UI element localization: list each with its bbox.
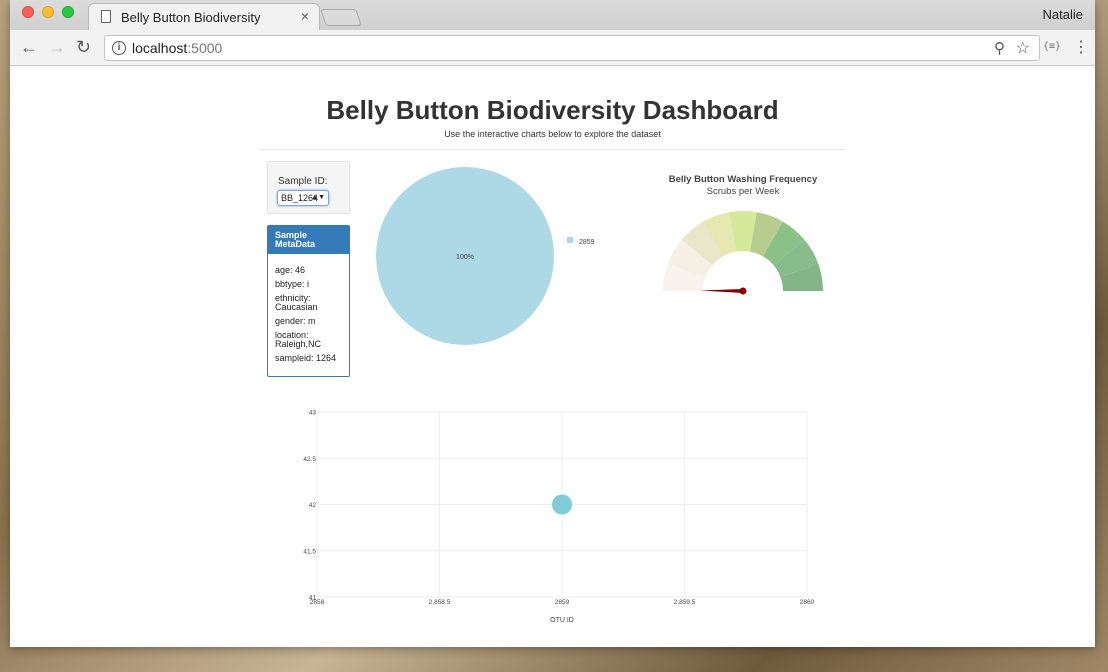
bubble-point: [552, 494, 572, 515]
url-text: localhost:5000: [132, 40, 222, 56]
y-tick-label: 43: [309, 410, 317, 417]
y-tick-label: 42.5: [303, 456, 316, 463]
x-tick-label: 2,859.5: [674, 599, 696, 606]
pie-slice-label: 100%: [456, 254, 474, 261]
y-tick-label: 41.5: [303, 548, 316, 555]
extension-icon[interactable]: {≡}: [1043, 41, 1061, 52]
metadata-row: location: Raleigh,NC: [275, 330, 322, 349]
forward-arrow-icon[interactable]: →: [48, 38, 66, 56]
gauge-title: Belly Button Washing Frequency: [669, 174, 818, 185]
legend-label: 2859: [579, 239, 595, 246]
sample-selector-panel: Sample ID: BB_1264 ▲▼: [267, 161, 350, 214]
x-tick-label: 2860: [800, 599, 815, 606]
x-tick-label: 2859: [555, 599, 570, 606]
y-tick-label: 42: [309, 502, 317, 509]
metadata-row: ethnicity: Caucasian: [275, 293, 318, 312]
page-icon: [101, 10, 111, 23]
reload-icon[interactable]: ↻: [76, 38, 91, 56]
address-bar[interactable]: i localhost:5000 ⚲ ☆: [104, 35, 1040, 61]
back-arrow-icon[interactable]: ←: [20, 38, 38, 56]
browser-toolbar: ← → ↻ i localhost:5000 ⚲ ☆ {≡} ⋮: [10, 30, 1095, 66]
y-tick-label: 41: [309, 595, 317, 602]
metadata-row: age: 46: [275, 265, 306, 275]
tab-strip: Belly Button Biodiversity × Natalie: [10, 0, 1095, 30]
url-host: localhost: [132, 40, 188, 56]
menu-icon[interactable]: ⋮: [1073, 37, 1089, 57]
page-viewport: Belly Button Biodiversity Dashboard Use …: [10, 67, 1095, 647]
profile-name[interactable]: Natalie: [1043, 7, 1083, 22]
page-title: Belly Button Biodiversity Dashboard: [326, 95, 779, 125]
tab-close-icon[interactable]: ×: [301, 8, 309, 24]
window-minimize-button[interactable]: [42, 6, 54, 18]
x-axis-title: OTU ID: [550, 617, 574, 624]
browser-tab[interactable]: Belly Button Biodiversity ×: [88, 3, 320, 30]
bubble-chart[interactable]: 2858 2,858.5 2859 2,859.5 28604141.54242.543…: [260, 407, 840, 632]
metadata-row: gender: m: [275, 316, 316, 326]
gauge-needle-hub: [739, 287, 747, 295]
metadata-heading: Sample MetaData: [268, 226, 349, 254]
metadata-panel: Sample MetaData age: 46 bbtype: i ethnic…: [267, 225, 350, 377]
divider: [260, 149, 845, 150]
metadata-row: sampleid: 1264: [275, 353, 337, 363]
legend-swatch: [567, 237, 573, 243]
x-tick-label: 2,858.5: [429, 599, 451, 606]
metadata-body: age: 46 bbtype: i ethnicity: Caucasian g…: [268, 254, 349, 363]
url-port: :5000: [187, 40, 223, 56]
zoom-icon[interactable]: ⚲: [994, 39, 1005, 57]
bookmark-star-icon[interactable]: ☆: [1016, 38, 1030, 58]
tab-title: Belly Button Biodiversity: [121, 10, 261, 25]
pie-chart[interactable]: 100% 2859: [360, 159, 610, 359]
page-subtitle: Use the interactive charts below to expl…: [444, 129, 661, 139]
new-tab-button[interactable]: [320, 9, 362, 26]
sample-id-select[interactable]: BB_1264 ▲▼: [277, 190, 329, 206]
gauge-needle: [700, 289, 743, 293]
window-close-button[interactable]: [22, 6, 34, 18]
metadata-row: bbtype: i: [275, 279, 310, 289]
sample-id-label: Sample ID:: [278, 176, 328, 187]
gauge-subtitle: Scrubs per Week: [707, 186, 780, 197]
browser-window: Belly Button Biodiversity × Natalie ← → …: [10, 0, 1095, 647]
info-icon[interactable]: i: [112, 41, 126, 55]
window-maximize-button[interactable]: [62, 6, 74, 18]
gauge-chart[interactable]: Belly Button Washing FrequencyScrubs per…: [630, 172, 830, 297]
select-arrows-icon: ▲▼: [311, 194, 325, 201]
